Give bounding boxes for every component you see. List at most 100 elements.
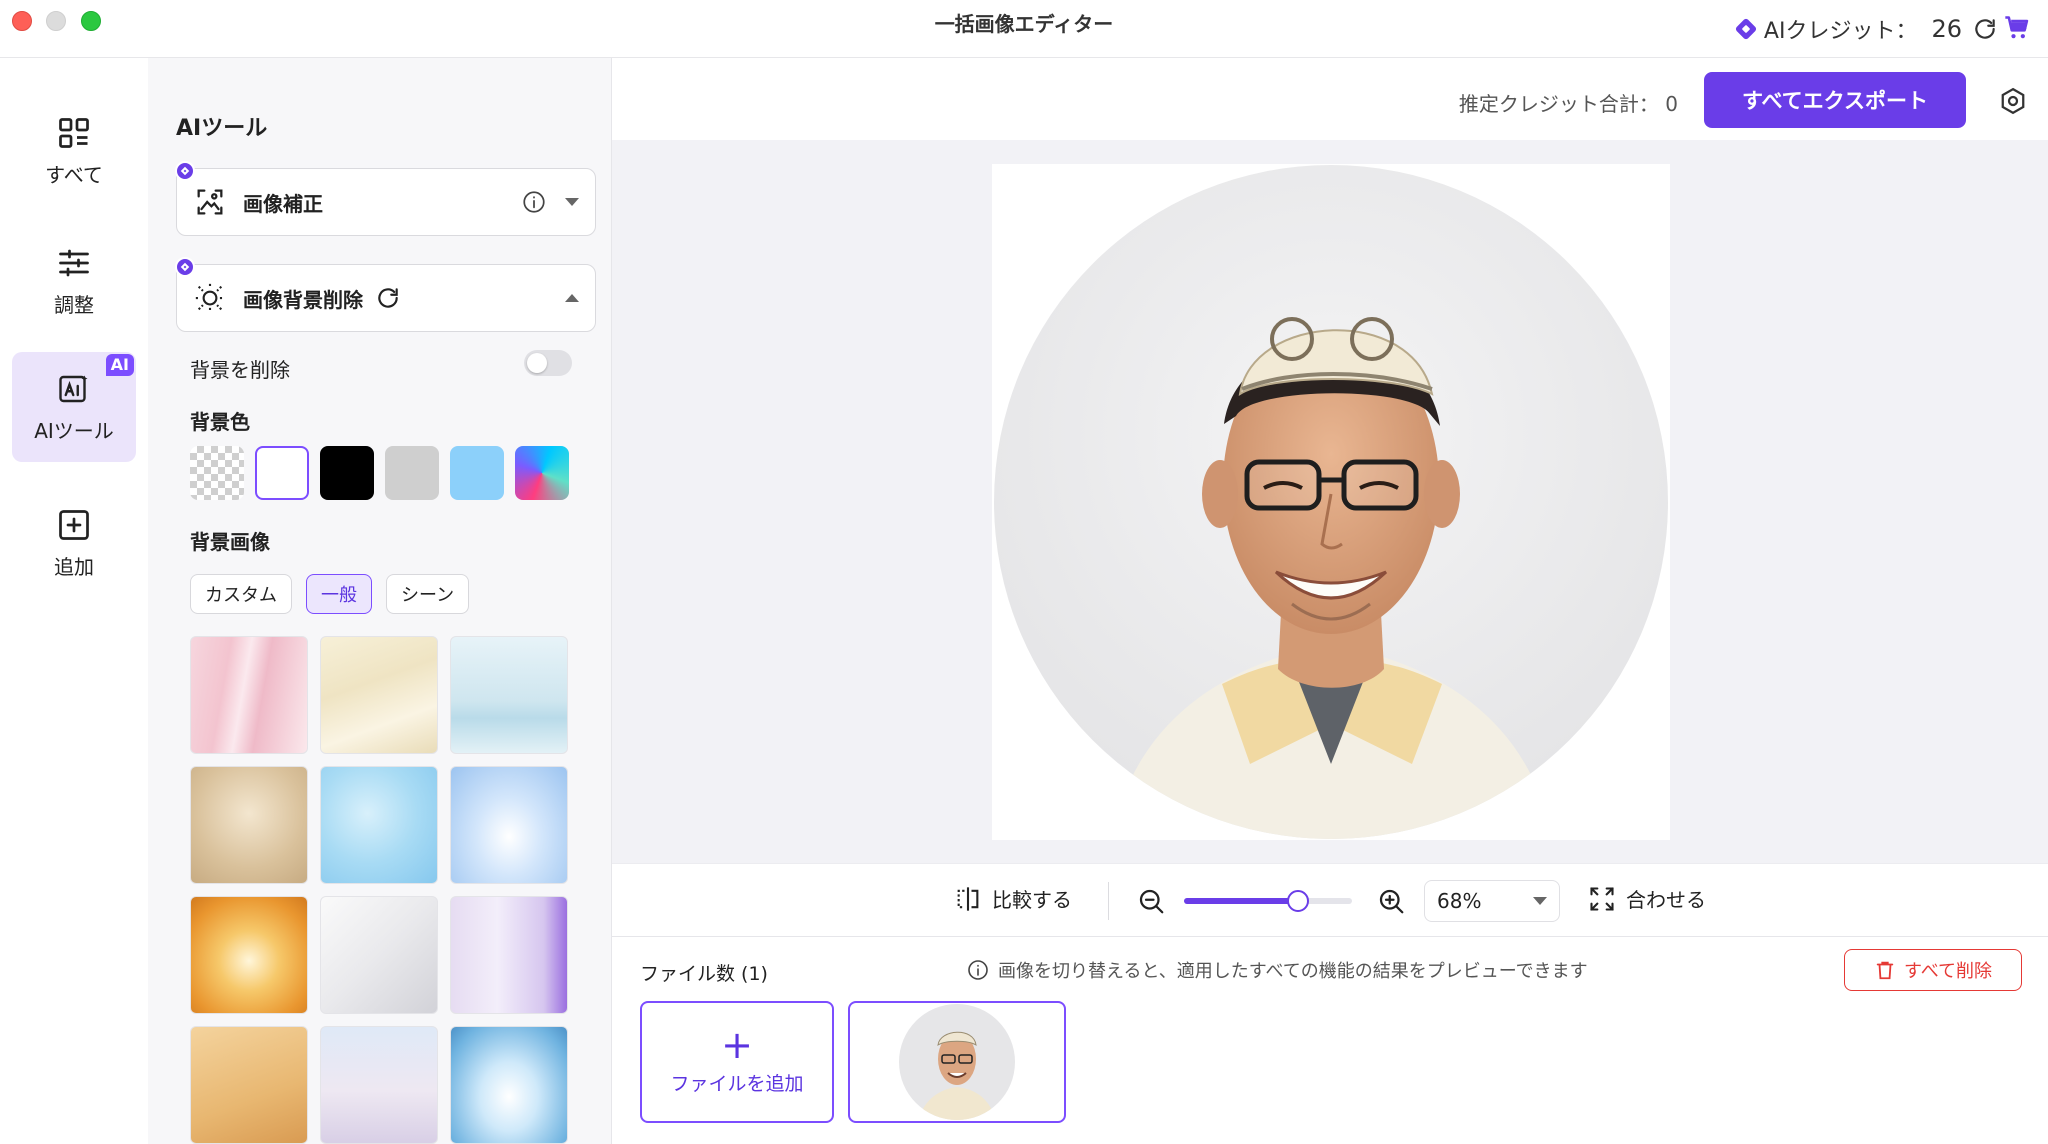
estimate-label: 推定クレジット合計： <box>1458 92 1659 116</box>
bg-thumb-lavender-wall[interactable] <box>450 896 568 1014</box>
zoom-value: 68% <box>1437 889 1482 913</box>
zoom-out-icon[interactable] <box>1136 886 1166 916</box>
refresh-credits-icon[interactable] <box>1972 16 1998 42</box>
plus-icon: + <box>721 1022 753 1067</box>
bg-thumb-white-room[interactable] <box>320 896 438 1014</box>
toolbar-divider <box>1108 882 1109 920</box>
bg-image-label: 背景画像 <box>190 530 270 554</box>
bg-image-tabs: カスタム 一般 シーン <box>190 574 470 614</box>
files-count: ファイル数 (1) <box>640 963 768 985</box>
bg-color-swatches <box>190 446 569 500</box>
bg-thumb-beige-studio[interactable] <box>190 766 308 884</box>
credit-estimate: 推定クレジット合計： 0 <box>1459 88 1678 117</box>
zoom-slider-knob[interactable] <box>1287 890 1309 912</box>
export-all-button[interactable]: すべてエクスポート <box>1704 72 1966 128</box>
tab-scene[interactable]: シーン <box>386 574 470 614</box>
sliders-icon <box>59 249 89 276</box>
portrait-photo <box>994 165 1668 839</box>
rail-item-adjust[interactable]: 調整 <box>12 226 136 336</box>
premium-dot-icon <box>175 161 195 181</box>
rail-label-adjust: 調整 <box>54 292 94 317</box>
hint-text: 画像を切り替えると、適用したすべての機能の結果をプレビューできます <box>998 961 1588 982</box>
main-area: 推定クレジット合計： 0 すべてエクスポート 比較する 68% 合わせる ファイ… <box>612 58 2048 1144</box>
cart-icon[interactable] <box>2002 14 2032 42</box>
settings-icon[interactable] <box>1998 86 2028 116</box>
trash-icon <box>1876 961 1894 980</box>
fit-screen-icon <box>1590 886 1614 911</box>
preview-hint: 画像を切り替えると、適用したすべての機能の結果をプレビューできます <box>966 957 1588 983</box>
zoom-slider-fill <box>1184 898 1298 904</box>
fit-label: 合わせる <box>1626 888 1706 912</box>
ai-tool-icon <box>59 375 88 402</box>
swatch-gray[interactable] <box>385 446 439 500</box>
bg-thumb-pastel-sky[interactable] <box>320 1026 438 1144</box>
swatch-transparent[interactable] <box>190 446 244 500</box>
credit-diamond-icon <box>1734 17 1758 41</box>
rail-item-ai-tools[interactable]: AI AIツール <box>12 352 136 462</box>
app-window: 一括画像エディター AIクレジット： 26 すべて 調整 AI AIツール 追加 <box>0 0 2048 1144</box>
image-enhance-icon <box>197 189 223 215</box>
rail-item-add[interactable]: 追加 <box>12 488 136 598</box>
remove-bg-label: 背景を削除 <box>190 358 290 382</box>
tool-image-enhance[interactable]: 画像補正 <box>175 161 596 236</box>
nav-rail: すべて 調整 AI AIツール 追加 <box>0 58 148 1144</box>
swatch-light-blue[interactable] <box>450 446 504 500</box>
ai-tools-panel: AIツール 画像補正 画像背景削除 背景を削除 背景色 背景画像 カスタム 一般… <box>148 58 612 1144</box>
swatch-gradient[interactable] <box>515 446 569 500</box>
compare-label: 比較する <box>992 888 1072 912</box>
ai-credits: AIクレジット： 26 <box>1734 12 1998 46</box>
delete-all-label: すべて削除 <box>1903 961 1993 982</box>
info-icon[interactable] <box>521 189 547 215</box>
zoom-in-icon[interactable] <box>1376 886 1406 916</box>
add-file-button[interactable]: + ファイルを追加 <box>640 1001 834 1123</box>
bg-thumb-blue-tunnel[interactable] <box>450 766 568 884</box>
tool-remove-background[interactable]: 画像背景削除 <box>175 257 596 332</box>
estimate-value: 0 <box>1665 92 1678 116</box>
rail-label-ai-tools: AIツール <box>34 418 114 443</box>
bg-thumb-ice-water[interactable] <box>450 636 568 754</box>
chevron-up-icon[interactable] <box>565 294 579 302</box>
main-topbar: 推定クレジット合計： 0 すべてエクスポート <box>612 58 2048 140</box>
delete-all-button[interactable]: すべて削除 <box>1844 949 2022 991</box>
bg-thumb-cream-drape[interactable] <box>320 636 438 754</box>
chevron-down-icon[interactable] <box>565 198 579 206</box>
bg-thumb-light-corridor[interactable] <box>450 1026 568 1144</box>
reset-icon[interactable] <box>375 285 401 311</box>
zoom-toolbar: 比較する 68% 合わせる <box>612 863 2048 937</box>
zoom-select[interactable]: 68% <box>1424 880 1560 922</box>
credits-value: 26 <box>1931 15 1962 43</box>
swatch-black[interactable] <box>320 446 374 500</box>
tab-general[interactable]: 一般 <box>306 574 372 614</box>
remove-bg-toggle[interactable] <box>524 350 572 376</box>
rail-label-all: すべて <box>45 162 103 187</box>
grid-icon <box>59 117 89 148</box>
swatch-white[interactable] <box>255 446 309 500</box>
ai-badge: AI <box>105 354 134 376</box>
tab-custom[interactable]: カスタム <box>190 574 292 614</box>
compare-button[interactable]: 比較する <box>954 884 1072 913</box>
add-file-label: ファイルを追加 <box>670 1072 804 1095</box>
compare-icon <box>957 886 979 911</box>
bg-thumb-golden-burst[interactable] <box>190 896 308 1014</box>
bg-thumb-sunset-flowers[interactable] <box>190 1026 308 1144</box>
info-icon <box>968 960 988 980</box>
bg-thumb-pink-curtain[interactable] <box>190 636 308 754</box>
fit-button[interactable]: 合わせる <box>1588 884 1706 913</box>
bg-image-grid <box>190 636 568 1144</box>
tool-label-enhance: 画像補正 <box>243 191 323 216</box>
thumbnail-photo <box>899 1004 1015 1120</box>
tool-label-remove-bg: 画像背景削除 <box>243 287 363 312</box>
zoom-slider[interactable] <box>1184 890 1352 912</box>
preview-canvas <box>612 140 2048 863</box>
preview-image <box>992 164 1670 840</box>
bg-thumb-water-ripple[interactable] <box>320 766 438 884</box>
plus-square-icon <box>59 509 89 540</box>
file-strip: ファイル数 (1) 画像を切り替えると、適用したすべての機能の結果をプレビューで… <box>612 937 2048 1144</box>
rail-item-all[interactable]: すべて <box>12 96 136 206</box>
panel-title: AIツール <box>176 116 268 141</box>
credits-label: AIクレジット： <box>1763 19 1918 44</box>
bg-color-label: 背景色 <box>190 410 250 434</box>
file-thumbnail[interactable] <box>848 1001 1066 1123</box>
chevron-down-icon <box>1533 897 1547 905</box>
title-bar: 一括画像エディター AIクレジット： 26 <box>0 0 2048 58</box>
